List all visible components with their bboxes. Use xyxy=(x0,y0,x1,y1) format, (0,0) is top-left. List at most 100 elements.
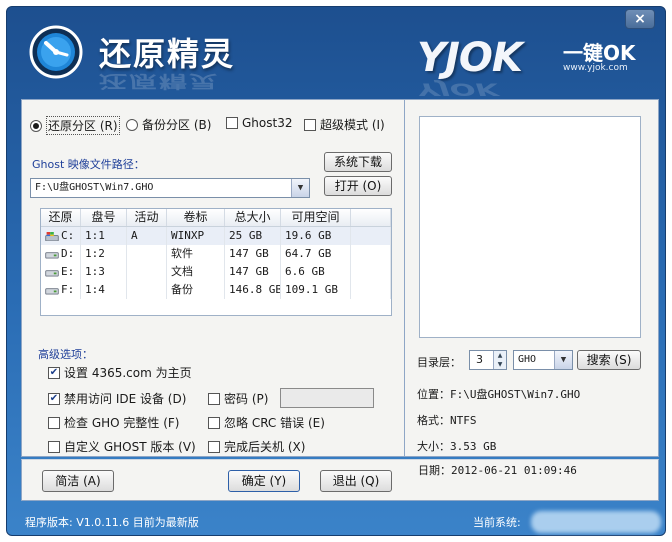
super-mode-check-indicator[interactable] xyxy=(304,118,316,131)
ignore-crc-label: 忽略 CRC 错误 (E) xyxy=(224,416,325,430)
check-gho-label: 检查 GHO 完整性 (F) xyxy=(64,416,180,430)
shutdown-check-indicator[interactable] xyxy=(208,440,220,453)
shutdown-checkbox[interactable]: 完成后关机 (X) xyxy=(208,438,305,455)
search-button[interactable]: 搜索 (S) xyxy=(577,350,641,370)
system-download-button[interactable]: 系统下载 xyxy=(324,152,392,172)
brand-reflection: YJOK xyxy=(417,78,499,99)
active-flag xyxy=(127,245,167,263)
ok-button[interactable]: 确定 (Y) xyxy=(228,470,300,492)
free-space: 64.7 GB xyxy=(281,245,351,263)
drive-cell: E: xyxy=(41,263,81,281)
restore-radio-label: 还原分区 (R) xyxy=(46,116,120,135)
status-bar: 程序版本: V1.0.11.6 目前为最新版 当前系统: xyxy=(7,507,665,535)
extension-combo[interactable]: GHO ▼ xyxy=(513,350,573,370)
image-path-combo[interactable]: F:\U盘GHOST\Win7.GHO ▼ xyxy=(30,178,310,198)
disable-ide-checkbox[interactable]: ✔ 禁用访问 IDE 设备 (D) xyxy=(48,390,186,407)
row-spacer xyxy=(351,245,391,263)
password-input[interactable] xyxy=(280,388,374,408)
free-space: 109.1 GB xyxy=(281,281,351,299)
column-header[interactable]: 总大小 xyxy=(225,209,281,226)
ignore-crc-check-indicator[interactable] xyxy=(208,416,220,429)
hard-drive-icon xyxy=(45,287,59,295)
row-spacer xyxy=(351,281,391,299)
file-size: 大小：3.53 GB xyxy=(417,440,497,453)
homepage-checkbox[interactable]: ✔ 设置 4365.com 为主页 xyxy=(48,364,192,381)
ghost32-check-indicator[interactable] xyxy=(226,117,238,129)
open-button[interactable]: 打开 (O) xyxy=(324,176,392,196)
column-header[interactable]: 还原 xyxy=(41,209,81,226)
ghost32-checkbox[interactable]: Ghost32 xyxy=(226,116,292,130)
dir-level-value: 3 xyxy=(476,353,483,366)
column-header[interactable]: 盘号 xyxy=(81,209,127,226)
clock-logo-icon xyxy=(29,25,83,79)
homepage-label: 设置 4365.com 为主页 xyxy=(64,366,192,380)
chevron-down-icon[interactable]: ▼ xyxy=(291,179,309,197)
super-mode-checkbox[interactable]: 超级模式 (I) xyxy=(304,116,385,133)
current-system-label: 当前系统: xyxy=(473,516,521,529)
hard-drive-icon xyxy=(45,269,59,277)
brand-tagline: 一键OK xyxy=(563,41,636,65)
volume-label: 备份 xyxy=(167,281,225,299)
total-size: 147 GB xyxy=(225,263,281,281)
dir-level-spinner[interactable]: 3 ▲ ▼ xyxy=(469,350,507,370)
volume-label: WINXP xyxy=(167,227,225,245)
image-path-label: Ghost 映像文件路径： xyxy=(32,158,145,171)
check-gho-check-indicator[interactable] xyxy=(48,416,60,429)
drive-cell: C: xyxy=(41,227,81,245)
password-checkbox[interactable]: 密码 (P) xyxy=(208,390,268,407)
right-panel: 目录层： 3 ▲ ▼ GHO ▼ 搜索 (S) 位置：F:\U盘GHOST\Win… xyxy=(405,99,659,457)
drive-cell: F: xyxy=(41,281,81,299)
volume-label: 文档 xyxy=(167,263,225,281)
super-mode-label: 超级模式 (I) xyxy=(320,118,385,132)
drive-letter: C: xyxy=(61,229,75,242)
brand-logo: YJOK YJOK 一键OK www.yjok.com xyxy=(417,31,657,98)
volume-label: 软件 xyxy=(167,245,225,263)
shutdown-label: 完成后关机 (X) xyxy=(224,440,306,454)
table-row[interactable]: C: 1:1 A WINXP 25 GB 19.6 GB xyxy=(41,227,391,245)
password-check-indicator[interactable] xyxy=(208,392,220,405)
column-header[interactable]: 卷标 xyxy=(167,209,225,226)
restore-radio-indicator[interactable] xyxy=(30,119,42,132)
image-preview-box xyxy=(419,116,641,338)
brand-name: YJOK xyxy=(417,35,523,81)
restore-radio[interactable]: 还原分区 (R) xyxy=(30,116,120,135)
total-size: 146.8 GB xyxy=(225,281,281,299)
custom-ghost-check-indicator[interactable] xyxy=(48,440,60,453)
disk-number: 1:3 xyxy=(81,263,127,281)
disable-ide-check-indicator[interactable]: ✔ xyxy=(48,392,60,405)
homepage-check-indicator[interactable]: ✔ xyxy=(48,366,60,379)
total-size: 25 GB xyxy=(225,227,281,245)
advanced-options-title: 高级选项： xyxy=(38,348,93,361)
ignore-crc-checkbox[interactable]: 忽略 CRC 错误 (E) xyxy=(208,414,325,431)
header: 还原精灵 还原精灵 YJOK YJOK 一键OK www.yjok.com × xyxy=(7,7,665,98)
free-space: 6.6 GB xyxy=(281,263,351,281)
active-flag: A xyxy=(127,227,167,245)
app-title-reflection: 还原精灵 xyxy=(99,71,220,91)
custom-ghost-checkbox[interactable]: 自定义 GHOST 版本 (V) xyxy=(48,438,196,455)
drive-cell: D: xyxy=(41,245,81,263)
hard-drive-icon xyxy=(45,251,59,259)
backup-radio[interactable]: 备份分区 (B) xyxy=(126,116,211,133)
table-row[interactable]: F: 1:4 备份 146.8 GB 109.1 GB xyxy=(41,281,391,299)
disk-number: 1:2 xyxy=(81,245,127,263)
extension-value: GHO xyxy=(518,354,537,365)
chevron-down-icon[interactable]: ▼ xyxy=(554,351,572,369)
app-window: 还原精灵 还原精灵 YJOK YJOK 一键OK www.yjok.com × … xyxy=(6,6,666,536)
table-row[interactable]: D: 1:2 软件 147 GB 64.7 GB xyxy=(41,245,391,263)
column-header[interactable]: 活动 xyxy=(127,209,167,226)
close-button[interactable]: × xyxy=(625,9,655,29)
simple-mode-button[interactable]: 简洁 (A) xyxy=(42,470,114,492)
backup-radio-indicator[interactable] xyxy=(126,118,138,131)
column-header[interactable]: 可用空间 xyxy=(281,209,351,226)
table-row[interactable]: E: 1:3 文档 147 GB 6.6 GB xyxy=(41,263,391,281)
app-title: 还原精灵 xyxy=(99,35,236,73)
drive-letter: E: xyxy=(61,265,75,278)
active-flag xyxy=(127,281,167,299)
file-date: 日期：2012-06-21 01:09:46 xyxy=(418,464,577,477)
check-gho-checkbox[interactable]: 检查 GHO 完整性 (F) xyxy=(48,414,179,431)
row-spacer xyxy=(351,227,391,245)
dir-level-label: 目录层： xyxy=(417,356,461,369)
spin-arrows-icon[interactable]: ▲ ▼ xyxy=(493,351,506,369)
exit-button[interactable]: 退出 (Q) xyxy=(320,470,392,492)
active-flag xyxy=(127,263,167,281)
